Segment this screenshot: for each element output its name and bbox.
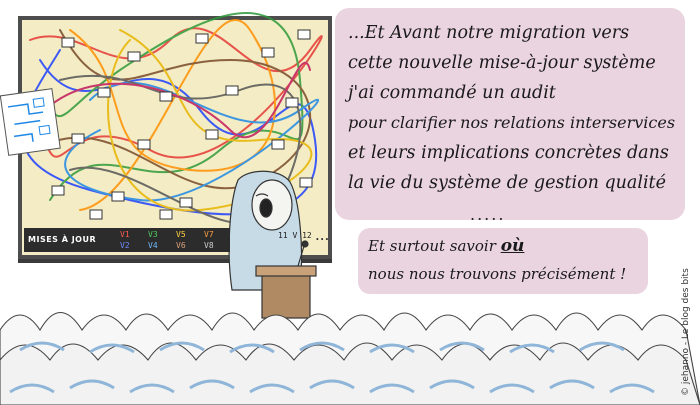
diagram-node: [127, 51, 141, 62]
diagram-node: [159, 209, 173, 220]
caption-line: pour clarifier nos relations interservic…: [348, 113, 676, 132]
legend-v5: V5: [176, 230, 186, 239]
diagram-node: [261, 47, 275, 58]
caption-text: ...Et Avant notre migration vers cette n…: [348, 18, 678, 198]
diagram-node: [159, 91, 173, 102]
legend-v3: V3: [148, 230, 158, 239]
diagram-node: [111, 191, 125, 202]
speech-line-1: Et surtout savoir où: [368, 232, 644, 260]
diagram-node: [89, 209, 103, 220]
diagram-node: [205, 129, 219, 140]
diagram-node: [271, 139, 285, 150]
legend-v7: V7: [204, 230, 214, 239]
slide-label: 11 V 12: [278, 231, 312, 240]
diagram-node: [137, 139, 151, 150]
caption-line: la vie du système de gestion qualité: [348, 173, 666, 193]
legend-v4: V4: [148, 241, 158, 250]
speech-prefix: Et surtout savoir: [368, 237, 496, 255]
diagram-node: [297, 29, 311, 40]
diagram-node: [71, 133, 85, 144]
diagram-node: [225, 85, 239, 96]
caption-line: j'ai commandé un audit: [348, 83, 556, 103]
legend-v8: V8: [204, 241, 214, 250]
caption-line: cette nouvelle mise-à-jour système: [348, 53, 656, 73]
speech-emphasis: où: [500, 236, 525, 256]
diagram-node: [179, 197, 193, 208]
legend-v2: V2: [120, 241, 130, 250]
diagram-node: [97, 87, 111, 98]
legend-v1: V1: [120, 230, 130, 239]
diagram-node: [51, 185, 65, 196]
diagram-node: [61, 37, 75, 48]
pinned-note: [0, 88, 61, 156]
speech-lead: ...: [315, 226, 330, 244]
caption-line: et leurs implications concrètes dans: [348, 143, 669, 163]
caption-ellipsis: .....: [470, 205, 506, 224]
diagram-node: [195, 33, 209, 44]
speech-text: Et surtout savoir où nous nous trouvons …: [368, 232, 644, 288]
author-credit: © jehanno - Le blog des bits: [681, 268, 691, 396]
comic-scene: MISES À JOUR V1 V2 V3 V4 V5 V6 V7 V8 11 …: [0, 0, 700, 405]
legend-title: MISES À JOUR: [28, 235, 97, 244]
speech-line-2: nous nous trouvons précisément !: [368, 265, 627, 283]
caption-line: ...Et Avant notre migration vers: [348, 23, 630, 43]
audience: [0, 312, 700, 405]
diagram-node: [285, 97, 299, 108]
version-legend: MISES À JOUR V1 V2 V3 V4 V5 V6 V7 V8: [24, 228, 230, 252]
diagram-node: [299, 177, 313, 188]
legend-v6: V6: [176, 241, 186, 250]
